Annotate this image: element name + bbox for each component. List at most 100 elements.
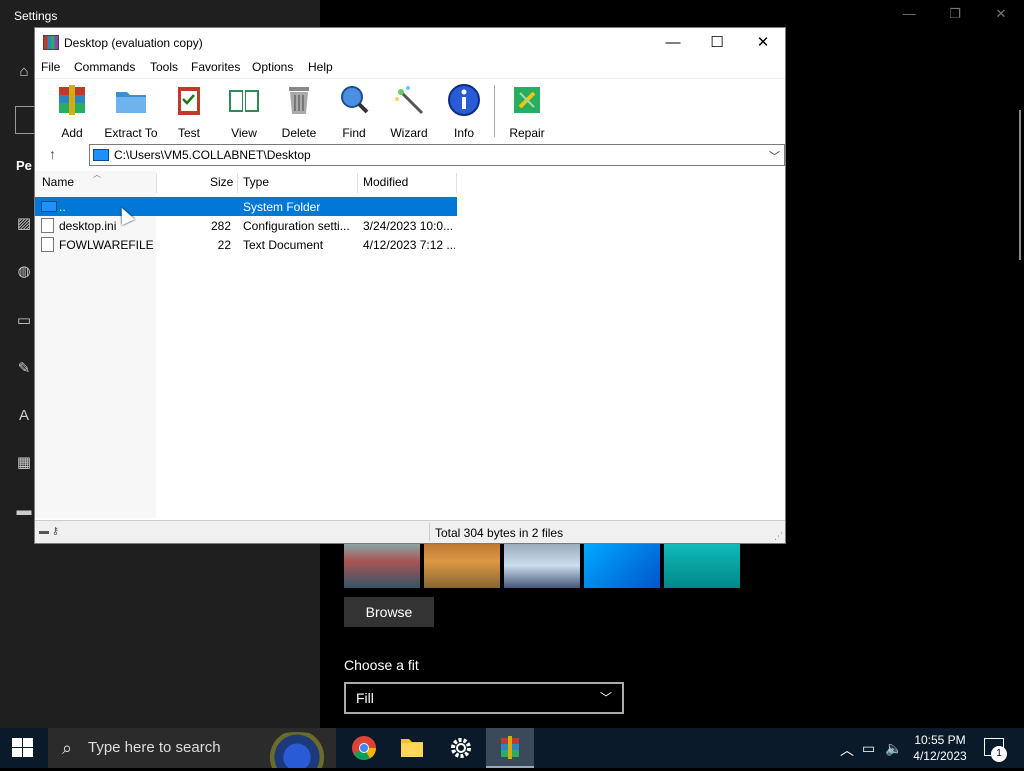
windows-logo-icon (23, 738, 33, 747)
fit-dropdown[interactable]: Fill ﹀ (344, 682, 624, 714)
test-label: Test (177, 126, 200, 140)
address-path: C:\Users\VM5.COLLABNET\Desktop (114, 148, 311, 162)
settings-scrollbar[interactable] (1019, 110, 1021, 260)
settings-minimize-button[interactable]: — (894, 6, 924, 21)
notification-badge: 1 (991, 746, 1007, 762)
menu-favorites[interactable]: Favorites (191, 60, 240, 74)
background-icon[interactable]: ▨ (14, 214, 34, 234)
column-divider[interactable] (456, 173, 457, 193)
themes-icon[interactable]: ✎ (14, 359, 34, 379)
minimize-button[interactable]: — (653, 32, 693, 54)
view-book-icon (229, 90, 259, 112)
lock-screen-icon[interactable]: ▭ (14, 311, 34, 331)
menu-file[interactable]: File (41, 60, 60, 74)
status-text: Total 304 bytes in 2 files (435, 526, 564, 540)
column-modified[interactable]: Modified (363, 175, 408, 189)
chevron-up-icon[interactable]: ︿ (840, 740, 854, 760)
find-label: Find (342, 126, 366, 140)
test-button[interactable]: Test (162, 83, 216, 140)
search-highlight-image (260, 732, 334, 768)
winrar-window: Desktop (evaluation copy) — ☐ ✕ File Com… (34, 27, 786, 544)
file-modified: 4/12/2023 7:12 ... (363, 238, 455, 252)
menu-bar: File Commands Tools Favorites Options He… (35, 58, 785, 78)
settings-restore-button[interactable]: ❐ (940, 6, 970, 22)
file-name: FOWLWAREFILE... (59, 238, 154, 252)
background-thumbnail[interactable] (584, 543, 660, 588)
info-icon (448, 84, 480, 116)
find-button[interactable]: Find (327, 83, 381, 140)
menu-commands[interactable]: Commands (74, 60, 135, 74)
settings-gear-icon (451, 738, 471, 758)
column-type[interactable]: Type (243, 175, 269, 189)
table-row[interactable]: .. System Folder (35, 197, 457, 216)
start-button[interactable] (12, 738, 34, 758)
menu-options[interactable]: Options (252, 60, 293, 74)
winrar-logo-icon (43, 35, 59, 50)
file-name: .. (59, 200, 66, 214)
windows-logo-icon (12, 748, 22, 757)
menu-help[interactable]: Help (308, 60, 333, 74)
wizard-button[interactable]: Wizard (382, 83, 436, 140)
windows-logo-icon (12, 738, 22, 747)
winrar-taskbar-button[interactable] (486, 728, 534, 768)
winrar-icon (501, 736, 519, 759)
repair-button[interactable]: Repair (500, 83, 554, 140)
table-row[interactable]: FOWLWAREFILE... 22 Text Document 4/12/20… (35, 235, 457, 254)
repair-kit-icon (514, 87, 540, 113)
background-thumbnail[interactable] (664, 543, 740, 588)
background-thumbnail[interactable] (344, 543, 420, 588)
chrome-taskbar-button[interactable] (340, 728, 388, 768)
add-button[interactable]: Add (45, 83, 99, 140)
close-button[interactable]: ✕ (743, 32, 783, 54)
extract-to-button[interactable]: Extract To (103, 83, 159, 140)
table-row[interactable]: desktop.ini 282 Configuration setti... 3… (35, 216, 457, 235)
delete-button[interactable]: Delete (272, 83, 326, 140)
add-label: Add (61, 126, 83, 140)
settings-search-box[interactable] (15, 106, 35, 134)
file-explorer-icon (401, 739, 423, 757)
file-explorer-taskbar-button[interactable] (388, 728, 436, 768)
view-button[interactable]: View (217, 83, 271, 140)
network-icon[interactable]: ▭ (862, 740, 875, 757)
desktop-icon (93, 149, 109, 161)
column-divider[interactable] (357, 173, 358, 193)
column-divider[interactable] (237, 173, 238, 193)
fonts-icon[interactable]: A (14, 406, 34, 426)
drive-key-icon[interactable]: ▬ ⚷ (39, 526, 59, 537)
toolbar-separator (494, 85, 495, 137)
maximize-button[interactable]: ☐ (697, 32, 737, 54)
windows-logo-icon (23, 748, 33, 757)
taskbar-settings-icon[interactable]: ▬ (14, 501, 34, 521)
clock[interactable]: 10:55 PM 4/12/2023 (900, 732, 980, 764)
config-file-icon (41, 218, 54, 233)
background-thumbnail[interactable] (504, 543, 580, 588)
start-icon[interactable]: ▦ (14, 453, 34, 473)
view-label: View (231, 126, 257, 140)
column-name[interactable]: Name (42, 175, 74, 189)
resize-grip-icon[interactable]: ⋰ (774, 531, 783, 542)
status-bar: ▬ ⚷ Total 304 bytes in 2 files ⋰ (35, 520, 785, 543)
browse-button[interactable]: Browse (344, 597, 434, 627)
menu-tools[interactable]: Tools (150, 60, 178, 74)
settings-taskbar-button[interactable] (437, 728, 485, 768)
status-divider (429, 523, 430, 541)
choose-fit-label: Choose a fit (344, 657, 419, 673)
chevron-down-icon[interactable]: ﹀ (769, 148, 780, 164)
settings-close-button[interactable]: ✕ (986, 6, 1016, 22)
address-field[interactable]: C:\Users\VM5.COLLABNET\Desktop ﹀ (89, 144, 785, 166)
winrar-titlebar[interactable]: Desktop (evaluation copy) — ☐ ✕ (35, 28, 785, 58)
parent-folder-icon (41, 201, 57, 212)
column-size[interactable]: Size (210, 175, 233, 189)
background-thumbnail[interactable] (424, 543, 500, 588)
column-divider[interactable] (156, 173, 157, 193)
settings-title: Settings (14, 9, 58, 23)
taskbar-search[interactable]: ⌕ Type here to search (48, 728, 336, 768)
colors-icon[interactable]: ◍ (14, 262, 34, 282)
toolbar: Add Extract To Test View Delete Find Wiz… (35, 78, 785, 140)
up-arrow-icon[interactable]: ↑ (49, 146, 56, 162)
info-button[interactable]: Info (437, 83, 491, 140)
repair-label: Repair (509, 126, 545, 140)
test-clipboard-icon (178, 87, 200, 115)
home-icon[interactable]: ⌂ (14, 62, 34, 82)
file-size: 22 (217, 238, 231, 252)
